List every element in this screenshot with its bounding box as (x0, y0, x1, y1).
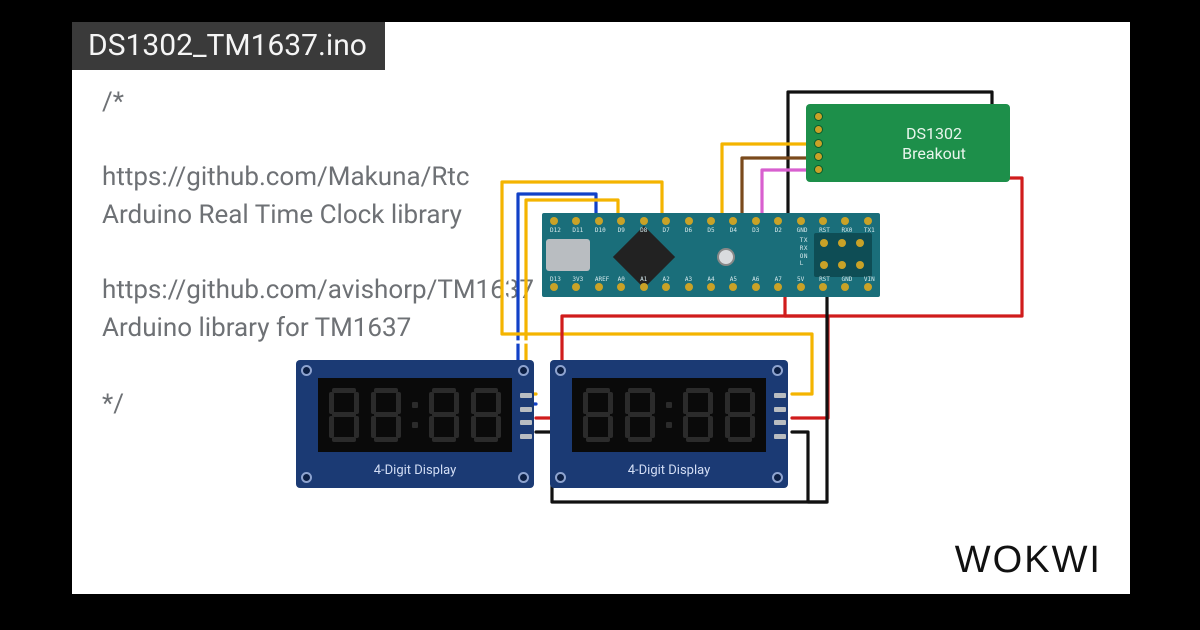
seven-segment-icon (318, 378, 512, 452)
seven-segment-icon (572, 378, 766, 452)
tm1637-display-2[interactable]: 4-Digit Display (550, 360, 788, 488)
display1-pins (520, 393, 532, 439)
ds1302-breakout[interactable]: DS1302 Breakout (806, 104, 1010, 182)
code-line: */ (102, 389, 124, 419)
isp-header (814, 233, 872, 277)
reset-button[interactable] (717, 248, 735, 266)
display1-caption: 4-Digit Display (296, 463, 534, 478)
display2-pins (774, 393, 786, 439)
ds1302-label: DS1302 Breakout (868, 124, 1000, 164)
ds1302-pins (814, 112, 826, 174)
tm1637-display-1[interactable]: 4-Digit Display (296, 360, 534, 488)
filename-tab: DS1302_TM1637.ino (72, 22, 385, 70)
arduino-nano[interactable]: TXRXONL D12D11D10D9D8D7D6D5D4D3D2GNDRSTR… (542, 213, 880, 297)
wokwi-logo: WOKWI (955, 539, 1102, 582)
preview-card: /* https://github.com/Makuna/Rtc Arduino… (72, 22, 1130, 594)
circuit-diagram: DS1302 Breakout TXRXONL D12D11D10D9D8D7D… (252, 82, 1072, 542)
code-line: /* (102, 87, 124, 117)
nano-pins-bottom (550, 283, 872, 293)
display2-caption: 4-Digit Display (550, 463, 788, 478)
usb-port-icon (546, 239, 590, 271)
nano-side-label: TXRXONL (800, 237, 808, 268)
nano-pins-top (550, 217, 872, 227)
nano-labels-top: D12D11D10D9D8D7D6D5D4D3D2GNDRSTRX0TX1 (550, 227, 872, 234)
nano-labels-bottom: D133V3AREFA0A1A2A3A4A5A6A75VRSTGNDVIN (550, 276, 872, 283)
